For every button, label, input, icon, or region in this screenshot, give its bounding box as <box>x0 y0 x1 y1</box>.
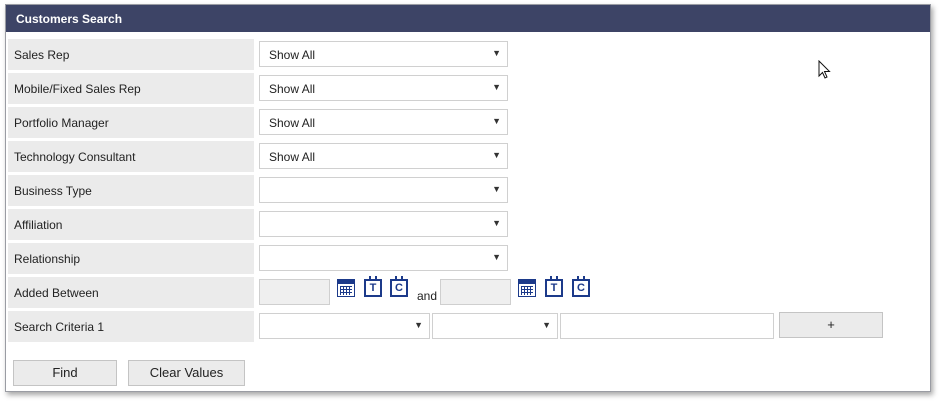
chevron-down-icon: ▼ <box>414 320 423 330</box>
add-criteria-button[interactable]: + <box>779 312 883 338</box>
chevron-down-icon: ▼ <box>492 150 501 160</box>
panel-header: Customers Search <box>6 5 930 32</box>
field-label: Relationship <box>8 243 254 274</box>
calendar-icon[interactable] <box>518 279 536 297</box>
and-label: and <box>417 289 438 303</box>
criteria-operator-select[interactable]: ▼ <box>432 313 558 339</box>
chevron-down-icon: ▼ <box>492 116 501 126</box>
field-label: Business Type <box>8 175 254 206</box>
calendar-icon[interactable] <box>337 279 355 297</box>
chevron-down-icon: ▼ <box>492 48 501 58</box>
added-from-date-input[interactable] <box>259 279 330 305</box>
relationship-select[interactable]: ▼ <box>259 245 508 271</box>
field-label: Sales Rep <box>8 39 254 70</box>
clear-date-icon[interactable]: C <box>572 276 590 297</box>
portfolio-manager-select[interactable]: Show All ▼ <box>259 109 508 135</box>
form-row-added-between: Added Between T C and T C <box>6 276 930 309</box>
find-button[interactable]: Find <box>13 360 117 386</box>
mouse-pointer-icon <box>818 60 831 79</box>
chevron-down-icon: ▼ <box>492 184 501 194</box>
form-row-search-criteria-1: Search Criteria 1 ▼ ▼ + <box>6 311 930 343</box>
panel-title: Customers Search <box>16 12 123 26</box>
form-row-technology-consultant: Technology Consultant Show All ▼ <box>6 141 930 173</box>
technology-consultant-select[interactable]: Show All ▼ <box>259 143 508 169</box>
form-row-mobile-fixed-sales-rep: Mobile/Fixed Sales Rep Show All ▼ <box>6 73 930 105</box>
field-label: Added Between <box>8 277 254 308</box>
field-label: Mobile/Fixed Sales Rep <box>8 73 254 104</box>
criteria-value-input[interactable] <box>560 313 774 339</box>
sales-rep-select[interactable]: Show All ▼ <box>259 41 508 67</box>
added-to-date-input[interactable] <box>440 279 511 305</box>
chevron-down-icon: ▼ <box>492 252 501 262</box>
field-label: Technology Consultant <box>8 141 254 172</box>
field-label: Search Criteria 1 <box>8 311 254 342</box>
form-row-portfolio-manager: Portfolio Manager Show All ▼ <box>6 107 930 139</box>
form-row-sales-rep: Sales Rep Show All ▼ <box>6 39 930 71</box>
field-label: Portfolio Manager <box>8 107 254 138</box>
clear-date-icon[interactable]: C <box>390 276 408 297</box>
criteria-field-select[interactable]: ▼ <box>259 313 430 339</box>
clear-values-button[interactable]: Clear Values <box>128 360 245 386</box>
business-type-select[interactable]: ▼ <box>259 177 508 203</box>
chevron-down-icon: ▼ <box>492 218 501 228</box>
today-icon[interactable]: T <box>364 276 382 297</box>
today-icon[interactable]: T <box>545 276 563 297</box>
form-row-relationship: Relationship ▼ <box>6 243 930 275</box>
customers-search-panel: Customers Search Sales Rep Show All ▼ Mo… <box>5 4 931 392</box>
field-label: Affiliation <box>8 209 254 240</box>
mobile-fixed-sales-rep-select[interactable]: Show All ▼ <box>259 75 508 101</box>
affiliation-select[interactable]: ▼ <box>259 211 508 237</box>
chevron-down-icon: ▼ <box>492 82 501 92</box>
form-row-affiliation: Affiliation ▼ <box>6 209 930 241</box>
form-row-business-type: Business Type ▼ <box>6 175 930 207</box>
chevron-down-icon: ▼ <box>542 320 551 330</box>
